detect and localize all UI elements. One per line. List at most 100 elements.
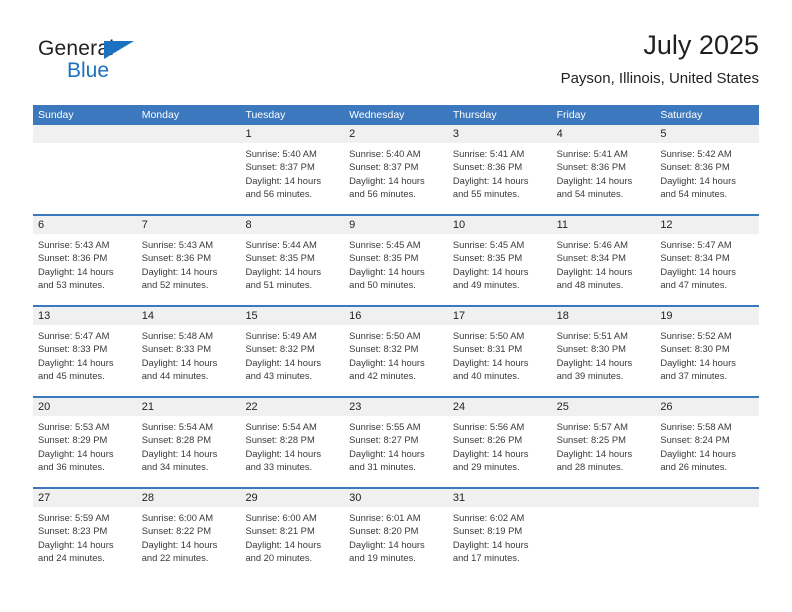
day-cell[interactable]: Sunrise: 5:41 AM Sunset: 8:36 PM Daylight:… bbox=[448, 143, 552, 214]
day-number[interactable]: 1 bbox=[240, 125, 344, 143]
week-detail-row: Sunrise: 5:40 AM Sunset: 8:37 PM Daylight:… bbox=[33, 143, 759, 214]
day-cell[interactable]: Sunrise: 5:44 AM Sunset: 8:35 PM Daylight:… bbox=[240, 234, 344, 305]
day-detail-line: and 36 minutes. bbox=[38, 461, 105, 473]
day-cell[interactable]: Sunrise: 5:57 AM Sunset: 8:25 PM Daylight:… bbox=[552, 416, 656, 487]
day-detail-line: and 56 minutes. bbox=[349, 188, 416, 200]
day-number[interactable]: 11 bbox=[552, 216, 656, 234]
day-cell[interactable]: Sunrise: 5:40 AM Sunset: 8:37 PM Daylight:… bbox=[240, 143, 344, 214]
day-detail-line: Sunrise: 5:45 AM bbox=[452, 239, 525, 250]
day-detail-line: Daylight: 14 hours bbox=[349, 174, 425, 186]
day-cell[interactable]: Sunrise: 5:56 AM Sunset: 8:26 PM Daylight:… bbox=[448, 416, 552, 487]
day-cell[interactable]: Sunrise: 5:53 AM Sunset: 8:29 PM Daylight:… bbox=[33, 416, 137, 487]
day-cell[interactable]: Sunrise: 6:00 AM Sunset: 8:21 PM Daylight:… bbox=[240, 507, 344, 578]
day-detail-line: Daylight: 14 hours bbox=[141, 265, 218, 277]
day-detail-line: and 44 minutes. bbox=[141, 370, 209, 382]
day-number[interactable]: 25 bbox=[552, 398, 656, 416]
day-cell[interactable]: Sunrise: 5:48 AM Sunset: 8:33 PM Daylight:… bbox=[137, 325, 241, 396]
day-number[interactable]: 16 bbox=[344, 307, 448, 325]
day-number[interactable]: 20 bbox=[33, 398, 137, 416]
day-cell[interactable]: Sunrise: 5:52 AM Sunset: 8:30 PM Daylight:… bbox=[655, 325, 759, 396]
day-detail-line: Sunset: 8:28 PM bbox=[141, 434, 212, 446]
day-cell[interactable]: Sunrise: 5:45 AM Sunset: 8:35 PM Daylight:… bbox=[448, 234, 552, 305]
day-detail-line: Daylight: 14 hours bbox=[556, 265, 633, 277]
day-cell[interactable]: Sunrise: 5:59 AM Sunset: 8:23 PM Daylight:… bbox=[33, 507, 137, 578]
day-detail-line: Sunset: 8:33 PM bbox=[38, 343, 108, 355]
day-detail-line: Sunrise: 5:43 AM bbox=[141, 239, 214, 250]
day-detail-line: Sunrise: 5:55 AM bbox=[349, 421, 421, 432]
day-detail-line: Sunset: 8:23 PM bbox=[38, 525, 108, 537]
day-number[interactable]: 4 bbox=[552, 125, 656, 143]
day-number[interactable]: 9 bbox=[344, 216, 448, 234]
general-blue-logo[interactable]: General Blue bbox=[38, 36, 158, 84]
day-cell[interactable]: Sunrise: 5:50 AM Sunset: 8:32 PM Daylight:… bbox=[344, 325, 448, 396]
day-detail-line: Sunset: 8:24 PM bbox=[660, 434, 730, 446]
day-detail-line: Sunset: 8:35 PM bbox=[349, 252, 419, 264]
day-number[interactable]: 10 bbox=[448, 216, 552, 234]
calendar-grid: Sunday Monday Tuesday Wednesday Thursday Frid… bbox=[33, 105, 759, 578]
day-detail-line: Sunset: 8:28 PM bbox=[245, 434, 315, 446]
day-number[interactable]: 13 bbox=[33, 307, 137, 325]
day-number-empty bbox=[655, 489, 759, 507]
day-detail-line: and 45 minutes. bbox=[38, 370, 105, 382]
day-cell[interactable]: Sunrise: 5:49 AM Sunset: 8:32 PM Daylight:… bbox=[240, 325, 344, 396]
day-cell[interactable]: Sunrise: 6:02 AM Sunset: 8:19 PM Daylight:… bbox=[448, 507, 552, 578]
day-cell[interactable]: Sunrise: 5:43 AM Sunset: 8:36 PM Daylight:… bbox=[33, 234, 137, 305]
day-cell-empty bbox=[552, 507, 656, 578]
day-detail-line: and 22 minutes. bbox=[141, 552, 209, 564]
day-detail-line: Daylight: 14 hours bbox=[452, 265, 529, 277]
day-detail-line: and 26 minutes. bbox=[660, 461, 728, 473]
day-detail-line: Sunrise: 5:45 AM bbox=[349, 239, 421, 250]
day-cell[interactable]: Sunrise: 5:51 AM Sunset: 8:30 PM Daylight:… bbox=[552, 325, 656, 396]
day-detail-line: and 24 minutes. bbox=[38, 552, 105, 564]
day-detail-line: and 50 minutes. bbox=[349, 279, 416, 291]
day-cell[interactable]: Sunrise: 5:45 AM Sunset: 8:35 PM Daylight:… bbox=[344, 234, 448, 305]
day-detail-line: and 34 minutes. bbox=[141, 461, 209, 473]
day-cell[interactable]: Sunrise: 5:41 AM Sunset: 8:36 PM Daylight:… bbox=[552, 143, 656, 214]
day-cell[interactable]: Sunrise: 5:43 AM Sunset: 8:36 PM Daylight:… bbox=[137, 234, 241, 305]
day-number[interactable]: 17 bbox=[448, 307, 552, 325]
day-number[interactable]: 22 bbox=[240, 398, 344, 416]
day-detail-line: Sunrise: 5:49 AM bbox=[245, 330, 317, 341]
day-number[interactable]: 7 bbox=[137, 216, 241, 234]
day-number[interactable]: 24 bbox=[448, 398, 552, 416]
day-detail-line: and 33 minutes. bbox=[245, 461, 313, 473]
day-cell[interactable]: Sunrise: 5:58 AM Sunset: 8:24 PM Daylight:… bbox=[655, 416, 759, 487]
day-cell[interactable]: Sunrise: 5:54 AM Sunset: 8:28 PM Daylight:… bbox=[137, 416, 241, 487]
day-cell[interactable]: Sunrise: 5:47 AM Sunset: 8:34 PM Daylight:… bbox=[655, 234, 759, 305]
day-cell[interactable]: Sunrise: 5:50 AM Sunset: 8:31 PM Daylight:… bbox=[448, 325, 552, 396]
day-detail-line: Sunset: 8:36 PM bbox=[141, 252, 212, 264]
day-number[interactable]: 3 bbox=[448, 125, 552, 143]
day-number[interactable]: 26 bbox=[655, 398, 759, 416]
day-detail-line: Sunrise: 5:40 AM bbox=[245, 148, 317, 159]
day-number[interactable]: 12 bbox=[655, 216, 759, 234]
day-number[interactable]: 18 bbox=[552, 307, 656, 325]
day-number[interactable]: 6 bbox=[33, 216, 137, 234]
day-number[interactable]: 14 bbox=[137, 307, 241, 325]
day-cell[interactable]: Sunrise: 6:01 AM Sunset: 8:20 PM Daylight:… bbox=[344, 507, 448, 578]
day-number[interactable]: 29 bbox=[240, 489, 344, 507]
day-number[interactable]: 28 bbox=[137, 489, 241, 507]
day-detail-line: and 17 minutes. bbox=[452, 552, 520, 564]
day-detail-line: and 40 minutes. bbox=[452, 370, 520, 382]
day-detail-line: Daylight: 14 hours bbox=[349, 538, 425, 550]
day-cell[interactable]: Sunrise: 5:54 AM Sunset: 8:28 PM Daylight:… bbox=[240, 416, 344, 487]
day-number[interactable]: 19 bbox=[655, 307, 759, 325]
day-cell[interactable]: Sunrise: 5:55 AM Sunset: 8:27 PM Daylight:… bbox=[344, 416, 448, 487]
day-cell[interactable]: Sunrise: 5:47 AM Sunset: 8:33 PM Daylight:… bbox=[33, 325, 137, 396]
day-number[interactable]: 21 bbox=[137, 398, 241, 416]
day-detail-line: and 52 minutes. bbox=[141, 279, 209, 291]
day-number[interactable]: 30 bbox=[344, 489, 448, 507]
day-cell[interactable]: Sunrise: 5:40 AM Sunset: 8:37 PM Daylight:… bbox=[344, 143, 448, 214]
day-number[interactable]: 2 bbox=[344, 125, 448, 143]
day-detail-line: Daylight: 14 hours bbox=[452, 538, 529, 550]
day-cell[interactable]: Sunrise: 5:46 AM Sunset: 8:34 PM Daylight:… bbox=[552, 234, 656, 305]
day-cell[interactable]: Sunrise: 5:42 AM Sunset: 8:36 PM Daylight:… bbox=[655, 143, 759, 214]
day-number[interactable]: 27 bbox=[33, 489, 137, 507]
day-number[interactable]: 31 bbox=[448, 489, 552, 507]
day-cell[interactable]: Sunrise: 6:00 AM Sunset: 8:22 PM Daylight:… bbox=[137, 507, 241, 578]
day-number[interactable]: 15 bbox=[240, 307, 344, 325]
day-detail-line: Sunrise: 6:00 AM bbox=[141, 512, 214, 523]
day-number[interactable]: 5 bbox=[655, 125, 759, 143]
day-number[interactable]: 8 bbox=[240, 216, 344, 234]
day-number[interactable]: 23 bbox=[344, 398, 448, 416]
